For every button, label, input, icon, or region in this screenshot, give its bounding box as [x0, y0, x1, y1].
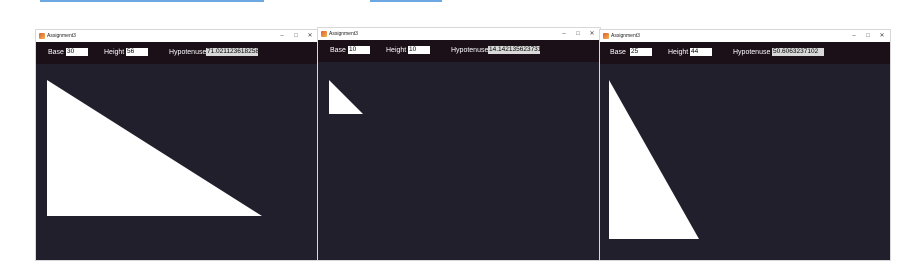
maximize-icon[interactable]: □ [862, 30, 874, 42]
close-icon[interactable]: ✕ [876, 30, 888, 42]
app-window: Assignment3 – □ ✕ Base 30 Height 56 Hypo… [36, 30, 318, 260]
triangle-svg [329, 80, 363, 114]
hypotenuse-label: Hypotenuse [451, 47, 489, 54]
drawing-canvas [36, 64, 318, 260]
maximize-icon[interactable]: □ [572, 28, 584, 40]
height-input[interactable]: 56 [126, 48, 148, 56]
app-icon [321, 31, 327, 37]
hypotenuse-label: Hypotenuse [169, 49, 207, 56]
cropped-bar [370, 0, 442, 2]
height-input[interactable]: 10 [408, 46, 430, 54]
app-window: Assignment3 – □ ✕ Base 25 Height 44 Hypo… [600, 30, 890, 260]
hypotenuse-output[interactable]: 50.6063237102 [772, 48, 824, 56]
window-title: Assignment3 [329, 31, 358, 37]
top-crop-strip [0, 0, 924, 6]
close-icon[interactable]: ✕ [586, 28, 598, 40]
base-label: Base [330, 47, 346, 54]
height-label: Height [668, 49, 689, 56]
maximize-icon[interactable]: □ [290, 30, 302, 42]
title-bar: Assignment3 – □ ✕ [318, 28, 600, 40]
app-icon [39, 33, 45, 39]
base-input[interactable]: 10 [348, 46, 370, 54]
base-label: Base [48, 49, 64, 56]
app-icon [603, 33, 609, 39]
minimize-icon[interactable]: – [558, 28, 570, 40]
window-title: Assignment3 [47, 33, 76, 39]
base-label: Base [610, 49, 626, 56]
drawing-canvas [318, 62, 600, 260]
minimize-icon[interactable]: – [848, 30, 860, 42]
triangle-shape [609, 80, 699, 239]
input-toolbar: Base 10 Height 10 Hypotenuse 14.14213562… [318, 40, 600, 62]
title-bar: Assignment3 – □ ✕ [600, 30, 890, 42]
height-label: Height [104, 49, 125, 56]
title-bar: Assignment3 – □ ✕ [36, 30, 318, 42]
app-window: Assignment3 – □ ✕ Base 10 Height 10 Hypo… [318, 28, 600, 260]
drawing-canvas [600, 64, 890, 260]
base-input[interactable]: 30 [66, 48, 88, 56]
height-label: Height [386, 47, 407, 54]
cropped-bar [40, 0, 264, 2]
close-icon[interactable]: ✕ [304, 30, 316, 42]
height-input[interactable]: 44 [690, 48, 712, 56]
triangle-svg [47, 80, 262, 216]
hypotenuse-output[interactable]: 14.142135623731 [488, 46, 540, 54]
input-toolbar: Base 25 Height 44 Hypotenuse 50.60632371… [600, 42, 890, 64]
input-toolbar: Base 30 Height 56 Hypotenuse 71.02112361… [36, 42, 318, 64]
window-title: Assignment3 [611, 33, 640, 39]
base-input[interactable]: 25 [630, 48, 652, 56]
triangle-shape [47, 80, 262, 216]
triangle-shape [329, 80, 363, 114]
minimize-icon[interactable]: – [276, 30, 288, 42]
triangle-svg [609, 80, 699, 239]
hypotenuse-label: Hypotenuse [733, 49, 771, 56]
hypotenuse-output[interactable]: 71.0211236182588 [206, 48, 258, 56]
